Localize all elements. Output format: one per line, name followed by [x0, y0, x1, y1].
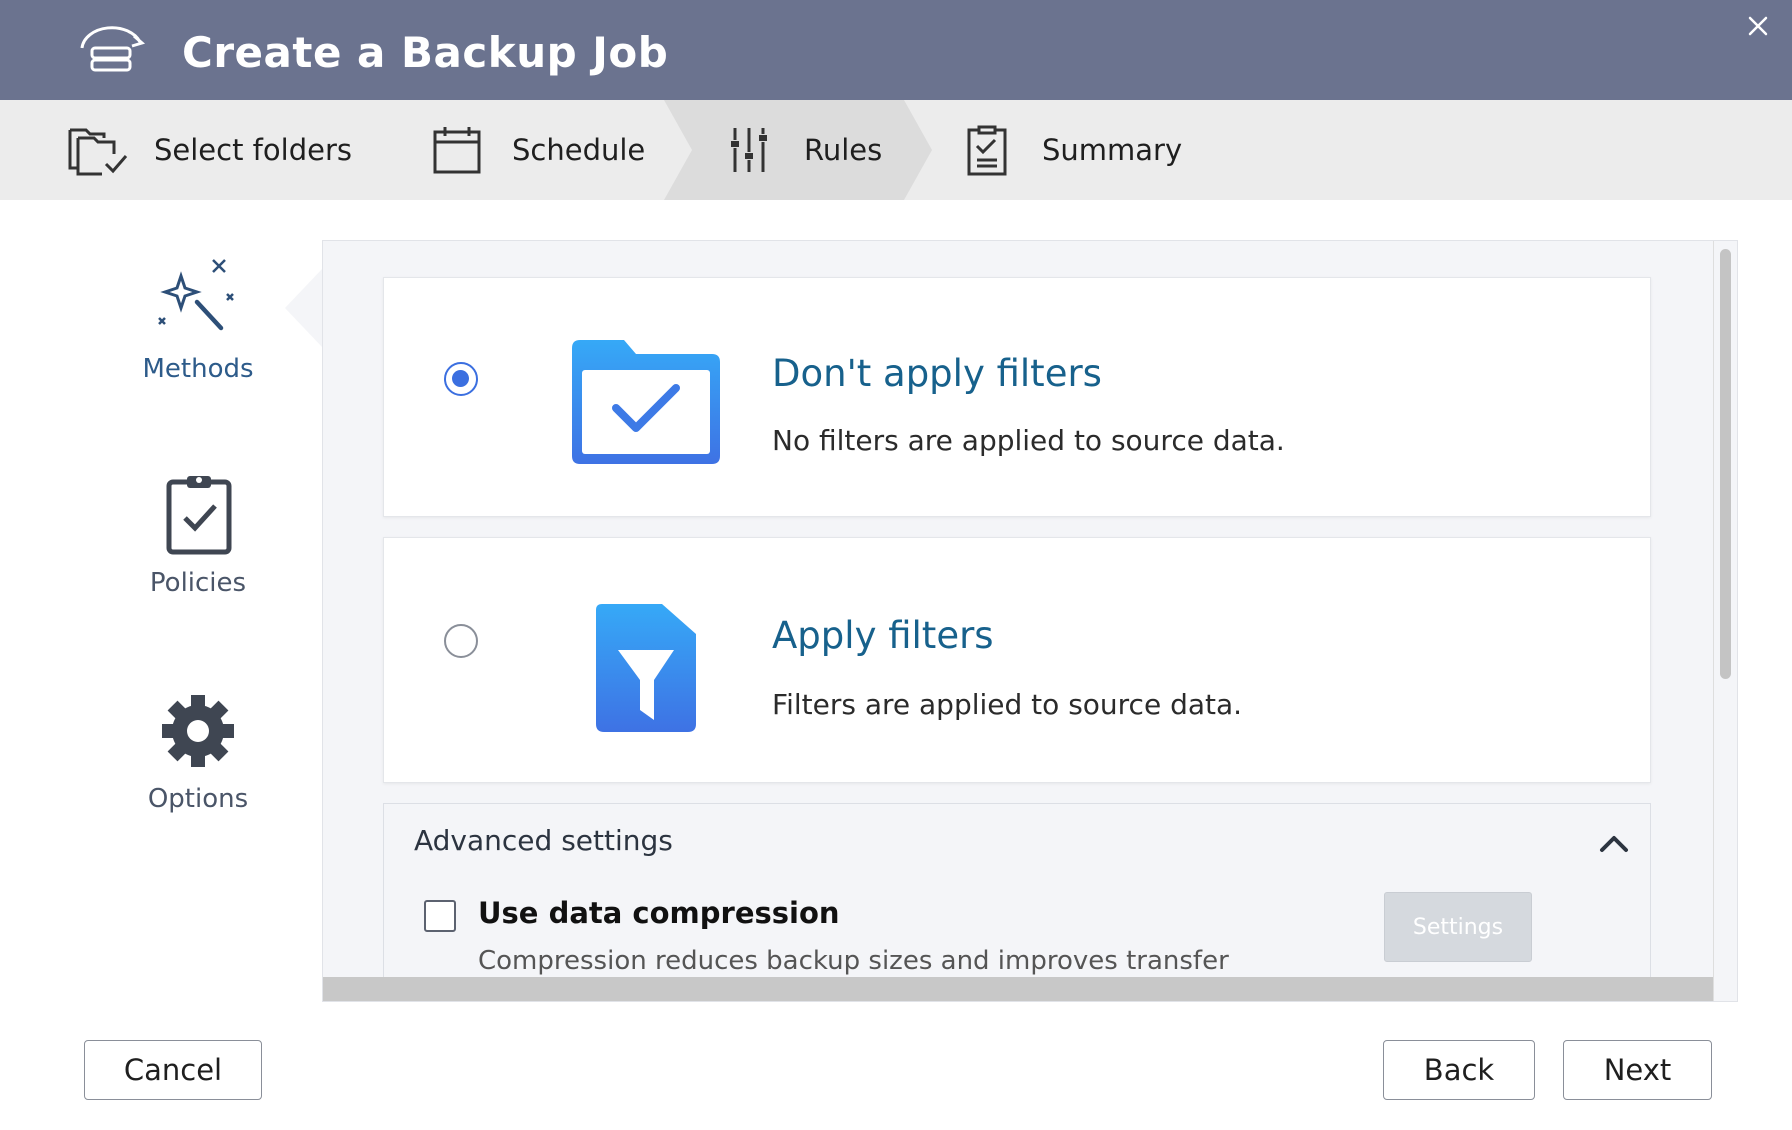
step-label: Select folders — [154, 133, 352, 167]
compression-label: Use data compression — [478, 896, 840, 930]
option-title: Don't apply filters — [772, 352, 1102, 395]
folder-check-icon — [68, 122, 130, 178]
radio-apply-filters[interactable] — [444, 624, 478, 658]
clipboard-check-icon — [153, 470, 243, 560]
magic-wand-icon — [153, 256, 243, 346]
chevron-up-icon[interactable] — [1594, 824, 1634, 864]
sidenav-item-methods[interactable]: Methods — [118, 256, 278, 384]
sidenav-item-options[interactable]: Options — [118, 686, 278, 814]
step-label: Summary — [1042, 133, 1183, 167]
radio-dont-apply-filters[interactable] — [444, 362, 478, 396]
dialog-title: Create a Backup Job — [182, 28, 669, 77]
step-rules[interactable]: Rules — [718, 100, 882, 200]
vertical-scrollbar-thumb[interactable] — [1720, 249, 1731, 679]
gear-icon — [153, 686, 243, 776]
dialog-header: Create a Backup Job — [0, 0, 1792, 100]
sliders-icon — [718, 122, 780, 178]
advanced-settings-title: Advanced settings — [414, 824, 673, 857]
step-schedule[interactable]: Schedule — [426, 100, 645, 200]
step-label: Rules — [804, 133, 883, 167]
calendar-icon — [426, 122, 488, 178]
back-button[interactable]: Back — [1383, 1040, 1535, 1100]
horizontal-scrollbar[interactable] — [323, 977, 1713, 1001]
close-icon[interactable] — [1742, 10, 1774, 42]
cancel-button[interactable]: Cancel — [84, 1040, 262, 1100]
option-title: Apply filters — [772, 614, 994, 657]
option-apply-filters[interactable]: Apply filters Filters are applied to sou… — [383, 537, 1651, 783]
sidenav-label: Methods — [142, 354, 254, 384]
backup-drive-icon — [80, 26, 146, 72]
folder-check-icon — [572, 340, 720, 464]
option-dont-apply-filters[interactable]: Don't apply filters No filters are appli… — [383, 277, 1651, 517]
sidenav-label: Policies — [149, 568, 247, 598]
file-filter-icon — [596, 604, 696, 732]
sidenav-item-policies[interactable]: Policies — [118, 470, 278, 598]
advanced-settings-section: Advanced settings Use data compression C… — [383, 803, 1651, 1001]
panel-pointer — [285, 268, 323, 348]
checklist-icon — [956, 122, 1018, 178]
option-description: Filters are applied to source data. — [772, 688, 1243, 721]
step-summary[interactable]: Summary — [956, 100, 1182, 200]
methods-panel: Don't apply filters No filters are appli… — [322, 240, 1738, 1002]
option-description: No filters are applied to source data. — [772, 424, 1285, 457]
step-select-folders[interactable]: Select folders — [68, 100, 352, 200]
next-button[interactable]: Next — [1563, 1040, 1712, 1100]
compression-checkbox[interactable] — [424, 900, 456, 932]
step-label: Schedule — [512, 133, 646, 167]
sidenav-label: Options — [147, 784, 249, 814]
compression-description: Compression reduces backup sizes and imp… — [478, 946, 1229, 976]
wizard-steps: Select folders Schedule Rules Summary — [0, 100, 1792, 200]
compression-settings-button: Settings — [1384, 892, 1532, 962]
